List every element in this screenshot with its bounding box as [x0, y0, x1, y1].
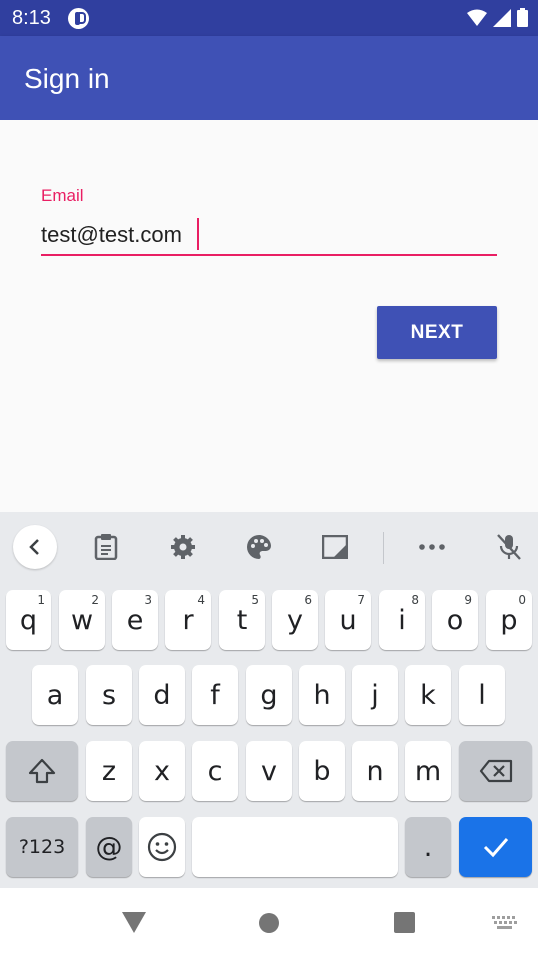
shift-icon: [28, 758, 56, 784]
key-z[interactable]: z: [86, 741, 132, 801]
app-notification-icon: [68, 8, 89, 29]
recents-icon[interactable]: [394, 912, 415, 933]
emoji-icon: [147, 832, 177, 862]
status-icons: [467, 8, 528, 27]
home-icon[interactable]: [259, 913, 279, 933]
signal-icon: [493, 8, 511, 27]
app-bar: Sign in: [0, 36, 538, 120]
key-s[interactable]: s: [86, 665, 132, 725]
space-key[interactable]: [192, 817, 398, 877]
backspace-icon: [479, 759, 512, 783]
keyboard-toolbar: [0, 512, 538, 582]
key-e[interactable]: e3: [112, 590, 158, 650]
emoji-key[interactable]: [139, 817, 185, 877]
email-label: Email: [41, 186, 84, 205]
key-b[interactable]: b: [299, 741, 345, 801]
status-bar: 8:13: [0, 0, 538, 36]
back-icon[interactable]: [122, 912, 146, 933]
page-title: Sign in: [24, 63, 110, 94]
toolbar-divider: [383, 532, 384, 564]
key-t[interactable]: t5: [219, 590, 265, 650]
wifi-icon: [467, 9, 487, 26]
key-o[interactable]: o9: [432, 590, 478, 650]
key-m[interactable]: m: [405, 741, 451, 801]
key-j[interactable]: j: [352, 665, 398, 725]
key-g[interactable]: g: [246, 665, 292, 725]
key-n[interactable]: n: [352, 741, 398, 801]
key-f[interactable]: f: [192, 665, 238, 725]
backspace-key[interactable]: [459, 741, 532, 801]
key-u[interactable]: u7: [325, 590, 371, 650]
key-x[interactable]: x: [139, 741, 185, 801]
battery-icon: [517, 8, 528, 27]
key-i[interactable]: i8: [379, 590, 425, 650]
key-d[interactable]: d: [139, 665, 185, 725]
symbols-key[interactable]: ?123: [6, 817, 78, 877]
email-field[interactable]: [41, 216, 497, 256]
chevron-left-icon[interactable]: [13, 525, 57, 569]
key-a[interactable]: a: [32, 665, 78, 725]
at-key[interactable]: @: [86, 817, 132, 877]
sign-in-form: Email NEXT: [0, 120, 538, 512]
key-p[interactable]: p0: [486, 590, 532, 650]
key-c[interactable]: c: [192, 741, 238, 801]
period-key[interactable]: .: [405, 817, 451, 877]
text-cursor: [197, 218, 199, 250]
settings-icon[interactable]: [161, 525, 205, 569]
key-v[interactable]: v: [246, 741, 292, 801]
check-icon: [483, 838, 508, 858]
resize-icon[interactable]: [313, 525, 357, 569]
key-q[interactable]: q1: [6, 590, 51, 650]
key-k[interactable]: k: [405, 665, 451, 725]
key-y[interactable]: y6: [272, 590, 318, 650]
keyboard-switch-icon[interactable]: [492, 916, 518, 930]
navigation-bar: [0, 888, 538, 958]
shift-key[interactable]: [6, 741, 78, 801]
status-time: 8:13: [12, 7, 51, 29]
key-w[interactable]: w2: [59, 590, 105, 650]
key-r[interactable]: r4: [165, 590, 211, 650]
more-icon[interactable]: [410, 525, 454, 569]
done-key[interactable]: [459, 817, 532, 877]
mic-off-icon[interactable]: [487, 525, 531, 569]
next-button[interactable]: NEXT: [377, 306, 497, 359]
palette-icon[interactable]: [237, 525, 281, 569]
key-h[interactable]: h: [299, 665, 345, 725]
key-l[interactable]: l: [459, 665, 505, 725]
soft-keyboard: q1 w2 e3 r4 t5 y6 u7 i8 o9 p0 a s d f g …: [0, 512, 538, 888]
clipboard-icon[interactable]: [84, 525, 128, 569]
